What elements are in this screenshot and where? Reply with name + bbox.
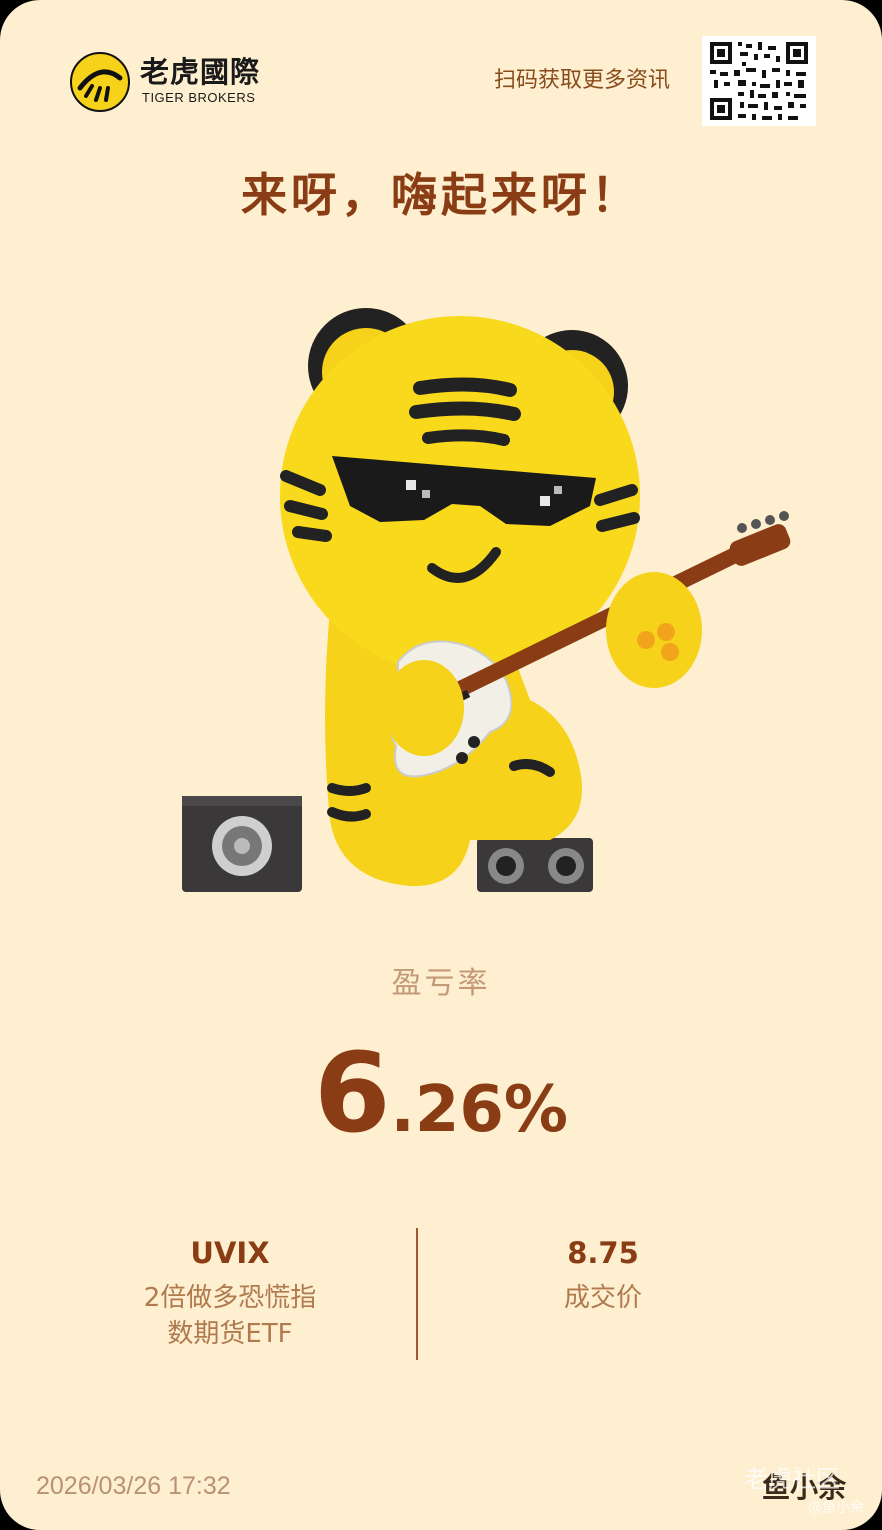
stock-symbol: UVIX xyxy=(190,1236,270,1270)
scan-prompt: 扫码获取更多资讯 xyxy=(493,68,670,93)
trade-info: 8.75 成交价 xyxy=(443,1230,763,1316)
pnl-rate-value: 6.26% xyxy=(0,1018,882,1201)
trade-price-label: 成交价 xyxy=(563,1283,642,1313)
stock-name: 2倍做多恐慌指 数期货ETF xyxy=(143,1283,317,1349)
brand-logo: 老虎國際 TIGER BROKERS xyxy=(70,52,270,112)
community-watermark: 老虎社区 xyxy=(744,1465,840,1493)
pnl-rate-label: 盈亏率 xyxy=(391,966,491,1001)
headline: 来呀，嗨起来呀！ xyxy=(241,168,641,222)
column-divider xyxy=(416,1228,418,1360)
tiger-logo-icon xyxy=(70,52,130,112)
trade-price: 8.75 xyxy=(567,1236,639,1270)
share-card: 老虎國際 TIGER BROKERS 扫码获取更多资讯 来呀，嗨起来呀！ 盈亏率… xyxy=(0,0,882,1530)
watermark-handle: @鱼小余 xyxy=(808,1500,864,1516)
brand-name-en: TIGER BROKERS xyxy=(142,90,256,105)
brand-name-cn: 老虎國際 xyxy=(140,55,261,89)
pnl-rate-integer: 6 xyxy=(313,1029,391,1157)
stock-info: UVIX 2倍做多恐慌指 数期货ETF xyxy=(70,1230,390,1352)
pnl-rate-fraction: .26% xyxy=(390,1073,569,1147)
qr-code-icon[interactable] xyxy=(702,36,816,126)
timestamp: 2026/03/26 17:32 xyxy=(36,1472,231,1500)
tiger-mascot-illustration xyxy=(182,308,791,892)
